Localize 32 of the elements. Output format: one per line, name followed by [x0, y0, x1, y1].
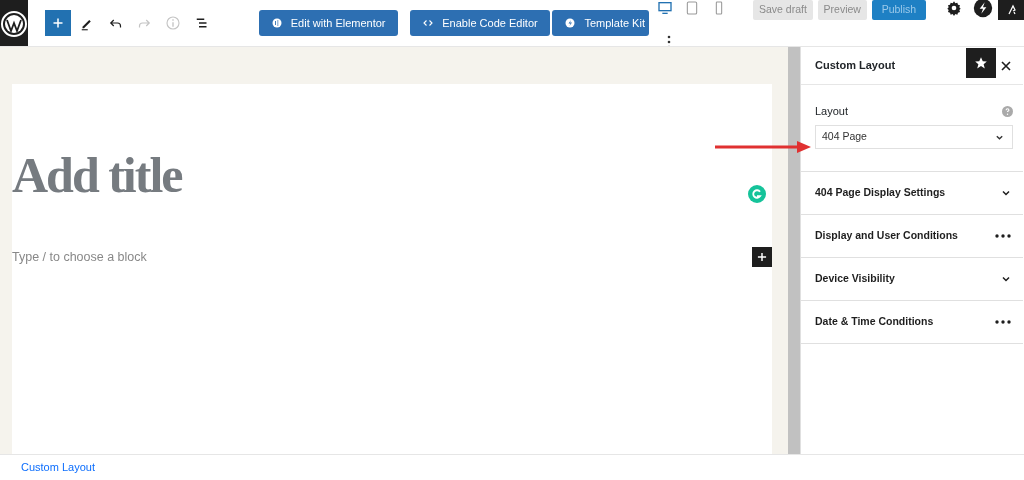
block-placeholder[interactable]: Type / to choose a block: [12, 247, 147, 267]
star-button[interactable]: [965, 47, 996, 78]
settings-icon[interactable]: [946, 0, 963, 16]
star-icon: [973, 55, 988, 70]
wordpress-logo[interactable]: [0, 9, 28, 38]
add-block-button[interactable]: [752, 247, 772, 267]
panel-section[interactable]: 404 Page Display Settings: [801, 172, 1023, 215]
breadcrumb-link[interactable]: Custom Layout: [21, 459, 95, 476]
desktop-view-button[interactable]: [656, 0, 673, 16]
toolbar-button[interactable]: Preview: [817, 0, 867, 20]
bolt-icon[interactable]: [973, 0, 994, 18]
plus-icon: [755, 250, 769, 264]
more-options-icon: [995, 320, 1011, 324]
toolbar-button[interactable]: Save draft: [752, 0, 813, 20]
field-label: Layout: [815, 104, 849, 119]
editor-button[interactable]: Enable Code Editor: [410, 10, 550, 36]
panel-section[interactable]: Display and User Conditions: [801, 215, 1023, 258]
chevron-down-icon: [1001, 274, 1011, 284]
panel-title: Custom Layout: [815, 58, 896, 74]
scrollbar[interactable]: [788, 47, 800, 454]
bolt-icon: [564, 17, 577, 29]
elementor-icon: [270, 17, 283, 29]
editor-button[interactable]: Edit with Elementor: [258, 10, 398, 36]
chevron-down-icon: [1001, 188, 1011, 198]
panel-section[interactable]: Device Visibility: [801, 258, 1023, 301]
panel-section[interactable]: Date & Time Conditions: [801, 301, 1023, 344]
more-options-icon: [995, 234, 1011, 238]
title-field[interactable]: Add title: [12, 150, 182, 200]
close-icon[interactable]: [1001, 60, 1011, 71]
plugin-button[interactable]: [998, 0, 1024, 20]
layout-select[interactable]: 404 Page: [815, 125, 1013, 149]
editor-button[interactable]: Template Kit: [552, 10, 649, 36]
